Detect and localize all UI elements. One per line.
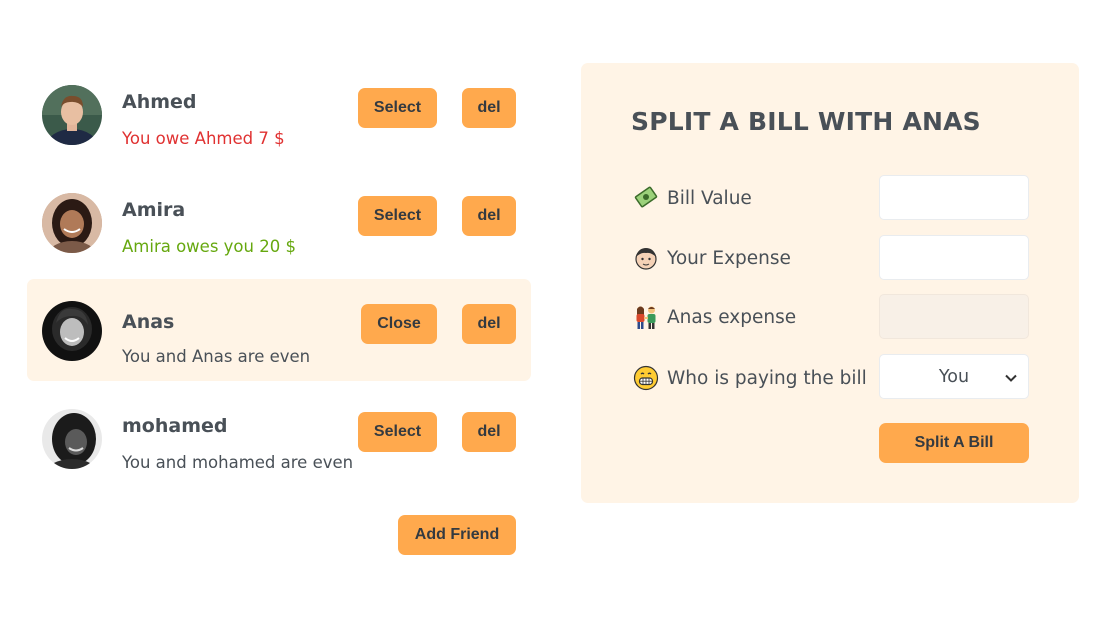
- bill-value-row-label: Bill Value: [633, 185, 752, 211]
- avatar: [42, 193, 102, 253]
- payer-label: Who is paying the bill: [667, 367, 867, 389]
- avatar: [42, 85, 102, 145]
- friend-balance-status: You owe Ahmed 7 $: [122, 129, 285, 148]
- delete-friend-button[interactable]: del: [462, 196, 516, 236]
- grinning-face-icon: [633, 365, 659, 391]
- bill-value-label: Bill Value: [667, 187, 752, 209]
- your-expense-label: Your Expense: [667, 247, 791, 269]
- friend-expense-input: [879, 294, 1029, 339]
- money-bag-icon: [633, 185, 659, 211]
- delete-friend-button[interactable]: del: [462, 412, 516, 452]
- select-friend-button[interactable]: Select: [358, 88, 437, 128]
- friend-item-mohamed: mohamed You and mohamed are even Select …: [27, 403, 531, 505]
- friend-name: Amira: [122, 199, 186, 221]
- friend-balance-status: You and mohamed are even: [122, 453, 354, 472]
- your-expense-input[interactable]: [879, 235, 1029, 280]
- payer-select[interactable]: You: [879, 354, 1029, 399]
- select-friend-button[interactable]: Select: [358, 196, 437, 236]
- select-friend-button[interactable]: Select: [358, 412, 437, 452]
- friend-item-ahmed: Ahmed You owe Ahmed 7 $ Select del: [27, 79, 531, 181]
- chevron-down-icon: [1004, 370, 1018, 390]
- friend-item-anas: Anas You and Anas are even Close del: [27, 279, 531, 381]
- people-holding-hands-icon: [633, 304, 659, 330]
- payer-selected-value: You: [938, 366, 970, 387]
- close-friend-button[interactable]: Close: [361, 304, 437, 344]
- your-expense-row-label: Your Expense: [633, 245, 791, 271]
- friend-expense-label: Anas expense: [667, 306, 797, 328]
- friend-name: Anas: [122, 311, 175, 333]
- bill-value-input[interactable]: [879, 175, 1029, 220]
- avatar: [42, 409, 102, 469]
- split-bill-form: SPLIT A BILL WITH ANAS Bill Value Your E…: [581, 63, 1079, 503]
- form-title: SPLIT A BILL WITH ANAS: [631, 107, 981, 136]
- friend-expense-row-label: Anas expense: [633, 304, 796, 330]
- avatar: [42, 301, 102, 361]
- friend-balance-status: You and Anas are even: [122, 347, 311, 366]
- split-bill-button[interactable]: Split A Bill: [879, 423, 1029, 463]
- friend-name: Ahmed: [122, 91, 197, 113]
- delete-friend-button[interactable]: del: [462, 88, 516, 128]
- friend-balance-status: Amira owes you 20 $: [122, 237, 296, 256]
- add-friend-button[interactable]: Add Friend: [398, 515, 516, 555]
- person-face-icon: [633, 245, 659, 271]
- delete-friend-button[interactable]: del: [462, 304, 516, 344]
- friend-name: mohamed: [122, 415, 228, 437]
- friend-item-amira: Amira Amira owes you 20 $ Select del: [27, 187, 531, 289]
- payer-row-label: Who is paying the bill: [633, 365, 867, 391]
